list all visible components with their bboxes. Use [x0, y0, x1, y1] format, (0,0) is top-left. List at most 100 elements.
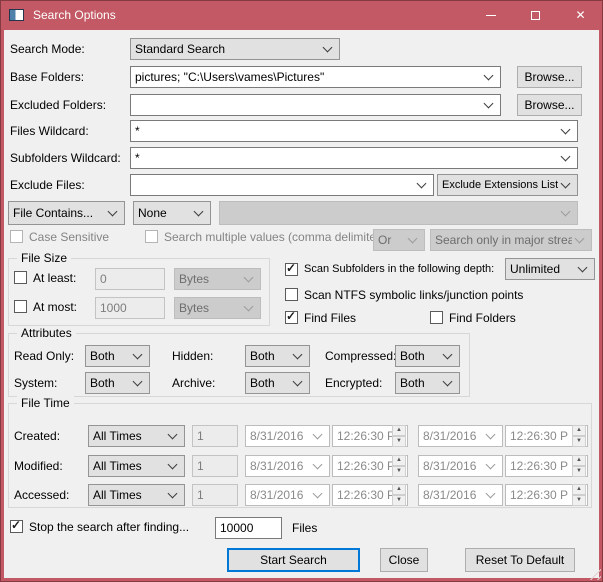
spin-down-icon: ▼ — [572, 466, 586, 477]
stop-after-label: Stop the search after finding... — [29, 520, 189, 534]
scan-subfolders-checkbox[interactable] — [285, 263, 298, 276]
chevron-down-icon — [168, 460, 178, 470]
close-dialog-button[interactable]: Close — [380, 548, 428, 572]
spin-down-icon: ▼ — [572, 495, 586, 506]
chevron-down-icon — [313, 460, 323, 470]
multiple-values-option: Search multiple values (comma delimited) — [145, 230, 387, 244]
at-least-label: At least: — [33, 271, 76, 285]
at-most-option[interactable]: At most: — [14, 300, 77, 314]
excluded-folders-browse-button[interactable]: Browse... — [517, 94, 582, 116]
close-button[interactable]: ✕ — [558, 0, 603, 30]
file-contains-mode-select[interactable]: File Contains... — [8, 201, 125, 225]
stop-after-count-input[interactable] — [215, 517, 282, 539]
chevron-down-icon[interactable] — [484, 71, 494, 81]
subfolders-wildcard-input[interactable] — [131, 151, 558, 165]
at-least-value-input — [95, 268, 165, 290]
modified-time-to-picker: 12:26:30 P ▲▼ — [505, 455, 588, 477]
ntfs-links-checkbox[interactable] — [285, 288, 298, 301]
excluded-folders-combobox[interactable] — [130, 94, 501, 116]
file-contains-type-select[interactable]: None — [133, 201, 211, 225]
chevron-down-icon[interactable] — [561, 152, 571, 162]
ntfs-links-option[interactable]: Scan NTFS symbolic links/junction points — [285, 288, 523, 302]
reset-to-default-button[interactable]: Reset To Default — [465, 548, 575, 572]
multiple-values-checkbox — [145, 230, 158, 243]
find-files-option[interactable]: Find Files — [285, 311, 356, 325]
accessed-date-to-picker: 8/31/2016 — [418, 484, 503, 506]
app-icon[interactable] — [9, 9, 24, 21]
chevron-down-icon — [408, 234, 418, 244]
find-files-checkbox[interactable] — [285, 311, 298, 324]
read-only-select[interactable]: Both — [85, 345, 150, 367]
base-folders-browse-button[interactable]: Browse... — [517, 66, 582, 88]
at-least-checkbox[interactable] — [14, 271, 27, 284]
at-least-option[interactable]: At least: — [14, 271, 76, 285]
case-sensitive-checkbox — [10, 230, 23, 243]
system-select[interactable]: Both — [85, 372, 150, 394]
subfolders-wildcard-combobox[interactable] — [130, 147, 578, 169]
exclude-files-input[interactable] — [131, 178, 414, 192]
file-size-group-title: File Size — [17, 251, 71, 265]
files-wildcard-combobox[interactable] — [130, 120, 578, 142]
chevron-down-icon[interactable] — [484, 99, 494, 109]
find-folders-option[interactable]: Find Folders — [430, 311, 516, 325]
hidden-label: Hidden: — [172, 349, 213, 363]
find-folders-checkbox[interactable] — [430, 311, 443, 324]
chevron-down-icon — [575, 234, 585, 244]
modified-label: Modified: — [14, 459, 63, 473]
created-date-from-picker: 8/31/2016 — [245, 425, 330, 447]
chevron-down-icon — [561, 179, 571, 189]
maximize-button[interactable] — [513, 0, 558, 30]
search-mode-select[interactable]: Standard Search — [130, 38, 340, 60]
base-folders-combobox[interactable] — [130, 66, 501, 88]
spin-down-icon: ▼ — [392, 466, 406, 477]
chevron-down-icon[interactable] — [561, 125, 571, 135]
stop-after-option[interactable]: Stop the search after finding... — [10, 520, 189, 534]
encrypted-select[interactable]: Both — [395, 372, 460, 394]
modified-mode-select[interactable]: All Times — [88, 455, 185, 477]
base-folders-label: Base Folders: — [10, 70, 84, 84]
maximize-icon — [531, 11, 540, 20]
created-mode-select[interactable]: All Times — [88, 425, 185, 447]
at-most-value-input — [95, 297, 165, 319]
subfolders-wildcard-label: Subfolders Wildcard: — [10, 151, 121, 165]
spin-up-icon: ▲ — [392, 455, 406, 466]
scan-subfolders-label: Scan Subfolders in the following depth: — [304, 263, 494, 275]
start-search-button[interactable]: Start Search — [227, 548, 360, 572]
chevron-down-icon — [313, 430, 323, 440]
chevron-down-icon — [486, 460, 496, 470]
exclude-extensions-list-select[interactable]: Exclude Extensions List — [437, 174, 578, 196]
accessed-mode-select[interactable]: All Times — [88, 484, 185, 506]
multiple-values-label: Search multiple values (comma delimited) — [164, 230, 387, 244]
scan-subfolders-option[interactable]: Scan Subfolders in the following depth: — [285, 263, 494, 276]
hidden-select[interactable]: Both — [245, 345, 310, 367]
created-time-from-picker: 12:26:30 P ▲▼ — [332, 425, 408, 447]
window-title: Search Options — [33, 8, 468, 22]
exclude-files-combobox[interactable] — [130, 174, 434, 196]
chevron-down-icon — [313, 489, 323, 499]
chevron-down-icon — [108, 207, 118, 217]
compressed-label: Compressed: — [325, 349, 396, 363]
spin-down-icon: ▼ — [392, 495, 406, 506]
compressed-select[interactable]: Both — [395, 345, 460, 367]
spin-up-icon: ▲ — [572, 484, 586, 495]
at-most-checkbox[interactable] — [14, 300, 27, 313]
case-sensitive-label: Case Sensitive — [29, 230, 109, 244]
chevron-down-icon — [293, 377, 303, 387]
at-most-unit-select: Bytes — [174, 297, 261, 319]
created-label: Created: — [14, 429, 60, 443]
accessed-time-to-picker: 12:26:30 P ▲▼ — [505, 484, 588, 506]
chevron-down-icon — [133, 377, 143, 387]
base-folders-input[interactable] — [131, 70, 481, 84]
accessed-date-from-picker: 8/31/2016 — [245, 484, 330, 506]
excluded-folders-input[interactable] — [131, 98, 481, 112]
chevron-down-icon[interactable] — [417, 179, 427, 189]
excluded-folders-label: Excluded Folders: — [10, 98, 106, 112]
files-wildcard-label: Files Wildcard: — [10, 124, 89, 138]
stop-after-checkbox[interactable] — [10, 520, 23, 533]
files-suffix-label: Files — [292, 521, 317, 535]
archive-select[interactable]: Both — [245, 372, 310, 394]
minimize-button[interactable] — [468, 0, 513, 30]
files-wildcard-input[interactable] — [131, 124, 558, 138]
ntfs-links-label: Scan NTFS symbolic links/junction points — [304, 288, 523, 302]
subfolder-depth-select[interactable]: Unlimited — [505, 258, 595, 280]
